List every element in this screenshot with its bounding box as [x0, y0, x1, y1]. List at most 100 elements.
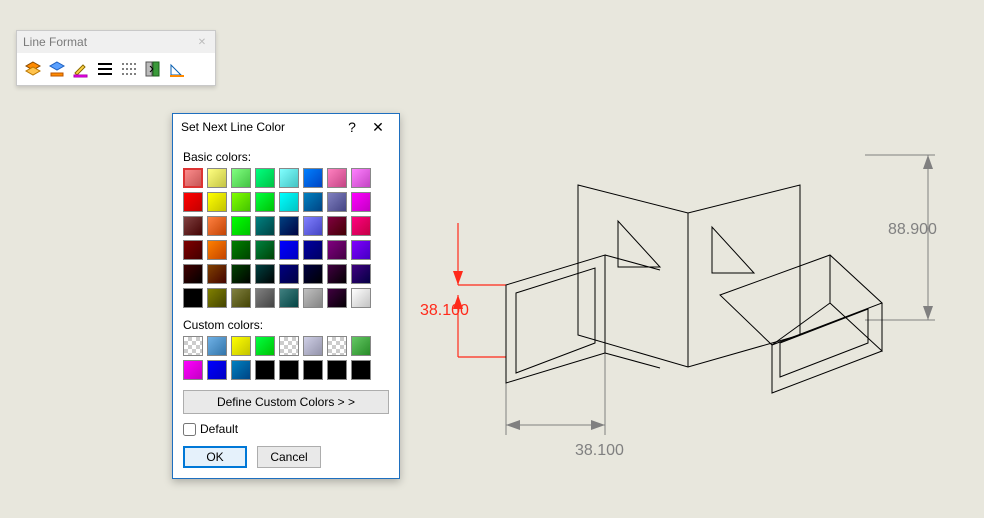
basic-color-swatch[interactable] [303, 288, 323, 308]
basic-color-swatch[interactable] [279, 216, 299, 236]
basic-color-swatch[interactable] [303, 240, 323, 260]
basic-color-swatch[interactable] [351, 192, 371, 212]
toolbar-close-button[interactable]: ✕ [195, 35, 209, 49]
basic-color-swatch[interactable] [231, 264, 251, 284]
basic-color-swatch[interactable] [279, 168, 299, 188]
basic-color-swatch[interactable] [231, 216, 251, 236]
custom-color-swatch[interactable] [231, 360, 251, 380]
basic-colors-label: Basic colors: [183, 150, 389, 164]
basic-color-swatch[interactable] [303, 264, 323, 284]
define-custom-colors-button[interactable]: Define Custom Colors > > [183, 390, 389, 414]
basic-color-swatch[interactable] [303, 216, 323, 236]
basic-color-swatch[interactable] [183, 288, 203, 308]
dimension-overall-height: 88.900 [865, 155, 937, 320]
basic-color-swatch[interactable] [255, 264, 275, 284]
basic-color-swatch[interactable] [279, 288, 299, 308]
basic-color-swatch[interactable] [351, 216, 371, 236]
custom-color-swatch[interactable] [303, 336, 323, 356]
layer-icon [24, 60, 42, 78]
line-thickness-button[interactable] [71, 59, 91, 79]
dimension-height: 38.100 [420, 223, 506, 357]
basic-color-swatch[interactable] [207, 288, 227, 308]
default-label: Default [200, 422, 238, 436]
basic-color-swatch[interactable] [183, 240, 203, 260]
basic-color-swatch[interactable] [255, 192, 275, 212]
dialog-title: Set Next Line Color [181, 120, 339, 134]
basic-color-swatch[interactable] [327, 168, 347, 188]
basic-color-swatch[interactable] [279, 192, 299, 212]
line-color-button[interactable] [47, 59, 67, 79]
basic-color-swatch[interactable] [279, 264, 299, 284]
basic-color-swatch[interactable] [183, 192, 203, 212]
basic-color-swatch[interactable] [207, 192, 227, 212]
basic-color-swatch[interactable] [279, 240, 299, 260]
angle-icon [168, 60, 186, 78]
basic-color-swatch[interactable] [255, 216, 275, 236]
custom-color-swatch[interactable] [183, 360, 203, 380]
basic-colors-grid [183, 168, 389, 308]
basic-color-swatch[interactable] [327, 216, 347, 236]
default-checkbox-row[interactable]: Default [183, 422, 389, 436]
basic-color-swatch[interactable] [327, 264, 347, 284]
dimension-width-value: 38.100 [575, 442, 624, 459]
layer-properties-button[interactable] [23, 59, 43, 79]
basic-color-swatch[interactable] [207, 264, 227, 284]
basic-color-swatch[interactable] [327, 192, 347, 212]
basic-color-swatch[interactable] [351, 288, 371, 308]
dialog-help-button[interactable]: ? [339, 114, 365, 140]
line-style-button[interactable] [95, 59, 115, 79]
custom-colors-label: Custom colors: [183, 318, 389, 332]
dimension-height-value: 38.100 [420, 302, 469, 319]
basic-color-swatch[interactable] [327, 240, 347, 260]
custom-color-swatch[interactable] [351, 360, 371, 380]
default-checkbox[interactable] [183, 423, 196, 436]
basic-color-swatch[interactable] [255, 240, 275, 260]
basic-color-swatch[interactable] [231, 288, 251, 308]
dialog-close-button[interactable]: ✕ [365, 114, 391, 140]
custom-color-swatch[interactable] [207, 336, 227, 356]
toolbar-title-text: Line Format [23, 35, 87, 49]
basic-color-swatch[interactable] [351, 264, 371, 284]
dialog-titlebar[interactable]: Set Next Line Color ? ✕ [173, 114, 399, 140]
basic-color-swatch[interactable] [255, 168, 275, 188]
basic-color-swatch[interactable] [303, 168, 323, 188]
custom-color-swatch[interactable] [351, 336, 371, 356]
basic-color-swatch[interactable] [231, 168, 251, 188]
basic-color-swatch[interactable] [231, 192, 251, 212]
ok-button[interactable]: OK [183, 446, 247, 468]
part-sketch [506, 185, 882, 393]
cancel-button[interactable]: Cancel [257, 446, 321, 468]
basic-color-swatch[interactable] [231, 240, 251, 260]
dialog-body: Basic colors: Custom colors: Define Cust… [173, 140, 399, 478]
custom-color-swatch[interactable] [303, 360, 323, 380]
custom-color-swatch[interactable] [327, 360, 347, 380]
custom-color-swatch[interactable] [279, 360, 299, 380]
hide-show-edges-button[interactable] [119, 59, 139, 79]
basic-color-swatch[interactable] [351, 168, 371, 188]
color-display-mode-button[interactable] [143, 59, 163, 79]
line-color-icon [48, 60, 66, 78]
custom-color-swatch[interactable] [231, 336, 251, 356]
custom-color-swatch[interactable] [255, 360, 275, 380]
basic-color-swatch[interactable] [207, 168, 227, 188]
custom-color-swatch[interactable] [183, 336, 203, 356]
dialog-button-row: OK Cancel [183, 446, 389, 468]
basic-color-swatch[interactable] [183, 264, 203, 284]
basic-color-swatch[interactable] [207, 240, 227, 260]
basic-color-swatch[interactable] [303, 192, 323, 212]
cad-drawing: 38.100 38.100 88.900 [420, 135, 975, 505]
toolbar-titlebar[interactable]: Line Format ✕ [17, 31, 215, 53]
angle-button[interactable] [167, 59, 187, 79]
basic-color-swatch[interactable] [207, 216, 227, 236]
basic-color-swatch[interactable] [255, 288, 275, 308]
basic-color-swatch[interactable] [183, 216, 203, 236]
set-next-line-color-dialog: Set Next Line Color ? ✕ Basic colors: Cu… [172, 113, 400, 479]
custom-color-swatch[interactable] [255, 336, 275, 356]
custom-color-swatch[interactable] [279, 336, 299, 356]
custom-color-swatch[interactable] [207, 360, 227, 380]
pencil-icon [72, 60, 90, 78]
basic-color-swatch[interactable] [183, 168, 203, 188]
custom-color-swatch[interactable] [327, 336, 347, 356]
basic-color-swatch[interactable] [327, 288, 347, 308]
basic-color-swatch[interactable] [351, 240, 371, 260]
